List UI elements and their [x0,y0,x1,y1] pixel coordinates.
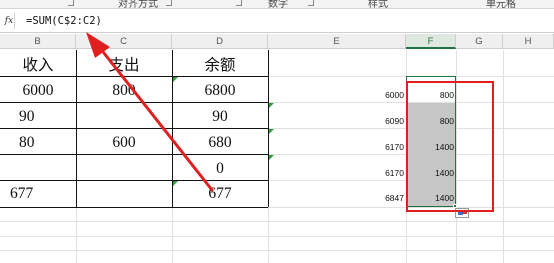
error-marker-icon [173,77,178,82]
side-value-e[interactable]: 6170 [268,168,406,178]
dialog-launcher-icon[interactable] [68,0,74,6]
side-value-e[interactable]: 6000 [268,90,406,100]
column-header-d[interactable]: D [172,34,268,49]
column-header-c[interactable]: C [76,34,172,49]
column-header-f[interactable]: F [406,34,456,49]
column-header-b[interactable]: B [0,34,76,49]
column-header-e[interactable]: E [268,34,406,49]
table-cell[interactable]: 80 [0,134,76,152]
error-marker-icon [269,129,274,134]
table-cell[interactable]: 800 [76,82,172,100]
side-value-e[interactable]: 6170 [268,142,406,152]
table-header-expense[interactable]: 支出 [76,53,172,75]
side-value-e[interactable]: 6847 [268,193,406,203]
table-cell[interactable]: 6800 [172,82,268,100]
table-cell[interactable]: 677 [172,185,268,203]
table-cell[interactable]: 6000 [0,82,76,100]
table-cell[interactable]: 90 [172,108,268,126]
dialog-launcher-icon[interactable] [236,0,242,6]
table-header-income[interactable]: 收入 [0,53,76,75]
annotation-box [406,81,494,212]
divider [14,13,15,29]
dialog-launcher-icon[interactable] [308,0,314,6]
formula-input[interactable]: =SUM(C$2:C2) [20,9,554,33]
ribbon-group-number[interactable]: 数字 [268,0,288,8]
error-marker-icon [269,103,274,108]
table-cell[interactable]: 600 [76,134,172,152]
ribbon-group-styles[interactable]: 样式 [368,0,388,8]
ribbon-strip: 对齐方式 数字 样式 单元格 [0,0,554,9]
worksheet-grid[interactable]: 收入 支出 余额 6000 800 6800 90 90 80 600 680 … [0,50,554,263]
table-cell[interactable]: 0 [172,160,268,178]
table-header-balance[interactable]: 余额 [172,53,268,75]
table-cell[interactable]: 90 [0,108,76,126]
ribbon-group-alignment[interactable]: 对齐方式 [118,0,158,8]
ribbon-group-cells[interactable]: 单元格 [486,0,516,8]
column-header-g[interactable]: G [456,34,503,49]
error-marker-icon [173,181,178,186]
error-marker-icon [269,155,274,160]
side-value-e[interactable]: 6090 [268,116,406,126]
table-cell[interactable]: 677 [0,185,76,203]
dialog-launcher-icon[interactable] [166,0,172,6]
formula-bar: fx =SUM(C$2:C2) [0,9,554,33]
table-cell[interactable]: 680 [172,134,268,152]
column-header-h[interactable]: H [503,34,554,49]
